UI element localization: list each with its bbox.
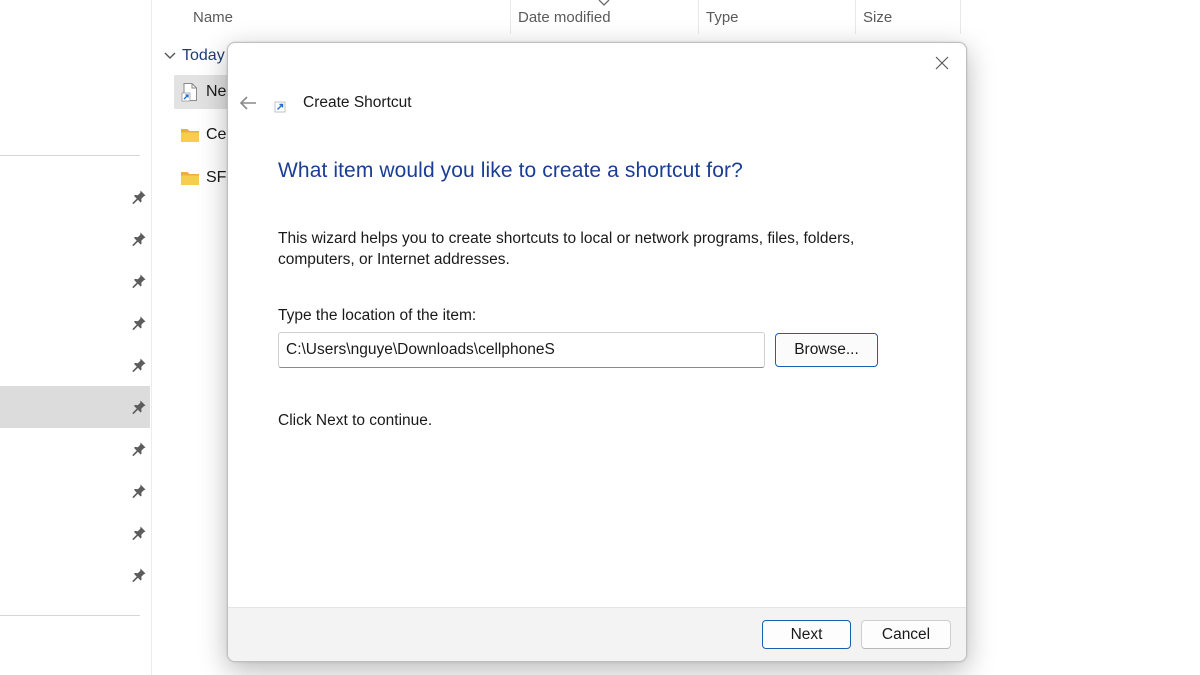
close-button[interactable] [930,51,954,75]
browse-button[interactable]: Browse... [775,333,878,367]
pin-icon [132,274,146,288]
pin-icon [132,316,146,330]
back-button[interactable] [236,91,260,115]
quick-access-item[interactable] [0,176,150,218]
folder-icon [181,172,199,185]
close-icon [935,56,949,70]
pin-icon [132,526,146,540]
sort-chevron-icon[interactable] [597,0,611,8]
pin-icon [132,484,146,498]
column-header-type[interactable]: Type [706,8,739,28]
quick-access-item-selected[interactable] [0,386,150,428]
column-separator[interactable] [510,0,511,34]
pin-icon [132,358,146,372]
create-shortcut-dialog: Create Shortcut What item would you like… [227,42,967,662]
pin-icon [132,400,146,414]
quick-access-item[interactable] [0,512,150,554]
chevron-down-icon[interactable] [163,50,177,62]
file-row-shortcut[interactable]: Ne [174,75,234,109]
quick-access-item[interactable] [0,344,150,386]
column-separator[interactable] [960,0,961,34]
pin-icon [132,568,146,582]
quick-access-item[interactable] [0,554,150,596]
pin-icon [132,232,146,246]
shortcut-file-icon [181,83,197,102]
pin-icon [132,442,146,456]
nav-divider [0,155,140,156]
folder-icon [181,129,199,142]
column-separator[interactable] [698,0,699,34]
column-header-date-modified[interactable]: Date modified [518,8,611,28]
shortcut-arrow-icon [274,101,286,113]
quick-access-item[interactable] [0,470,150,512]
quick-access-item[interactable] [0,428,150,470]
file-row-folder[interactable]: SF [174,161,234,195]
file-name: Ne [206,83,227,100]
quick-access-item[interactable] [0,302,150,344]
continue-hint: Click Next to continue. [278,412,433,429]
location-input[interactable] [278,332,765,368]
nav-divider [0,615,140,616]
wizard-heading: What item would you like to create a sho… [278,159,743,182]
location-label: Type the location of the item: [278,307,477,324]
pin-icon [132,190,146,204]
quick-access-item[interactable] [0,218,150,260]
dialog-title: Create Shortcut [303,94,412,111]
dialog-footer: Next Cancel [228,607,966,661]
cancel-button[interactable]: Cancel [861,620,951,649]
quick-access-item[interactable] [0,260,150,302]
column-header-size[interactable]: Size [863,8,892,28]
file-name: SF [206,169,227,186]
column-separator[interactable] [855,0,856,34]
back-arrow-icon [239,96,256,110]
file-row-folder[interactable]: Cel [174,118,234,152]
wizard-description: This wizard helps you to create shortcut… [278,230,855,268]
next-button[interactable]: Next [762,620,851,649]
navigation-pane [0,0,152,675]
group-header-today[interactable]: Today [182,46,225,66]
column-header-name[interactable]: Name [193,8,233,28]
